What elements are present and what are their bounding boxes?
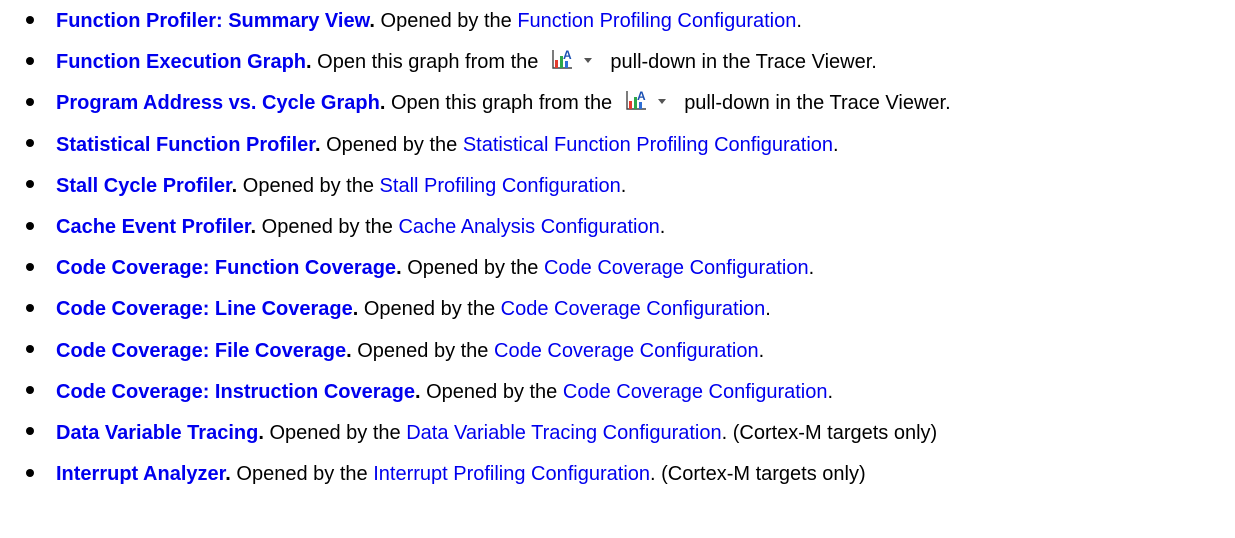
item-title-link[interactable]: Function Execution Graph: [56, 51, 306, 73]
item-description: Opened by the: [357, 339, 494, 362]
graph-pulldown-button[interactable]: A: [546, 47, 600, 73]
bullet: [26, 386, 34, 395]
item-description: Opened by the: [380, 10, 518, 32]
list-item: Code Coverage: Instruction Coverage. Ope…: [0, 372, 1235, 413]
list-item: Program Address vs. Cycle Graph. Open th…: [0, 83, 1235, 124]
item-title-link[interactable]: Statistical Function Profiler: [56, 134, 315, 156]
item-title-link[interactable]: Function Profiler: Summary View: [56, 10, 369, 32]
title-period: .: [346, 339, 352, 362]
config-link[interactable]: Statistical Function Profiling Configura…: [463, 134, 833, 156]
item-title-link[interactable]: Stall Cycle Profiler: [56, 175, 232, 197]
item-suffix: .: [796, 10, 802, 32]
list-item: Code Coverage: File Coverage. Opened by …: [0, 331, 1235, 372]
config-link[interactable]: Code Coverage Configuration: [563, 381, 828, 403]
config-link[interactable]: Code Coverage Configuration: [494, 340, 759, 362]
graph-toolbar-icon: A: [552, 48, 593, 69]
list-item: Function Profiler: Summary View. Opened …: [0, 1, 1235, 42]
list-item: Interrupt Analyzer. Opened by the Interr…: [0, 454, 1235, 495]
title-period: .: [306, 51, 312, 74]
item-suffix: .: [765, 298, 771, 321]
item-description: Opened by the: [261, 215, 399, 238]
bullet: [26, 15, 34, 24]
title-period: .: [379, 92, 386, 115]
item-description: Opened by the: [269, 421, 407, 444]
item-suffix: pull-down in the Trace Viewer.: [610, 51, 877, 74]
config-link[interactable]: Function Profiling Configuration: [517, 10, 796, 32]
profiler-list: Function Profiler: Summary View. Opened …: [0, 1, 1235, 495]
item-suffix: . (Cortex-M targets only): [721, 421, 938, 444]
item-suffix: pull-down in the Trace Viewer.: [684, 92, 951, 115]
config-link[interactable]: Data Variable Tracing Configuration: [406, 422, 721, 444]
config-link[interactable]: Stall Profiling Configuration: [380, 175, 621, 197]
chevron-down-icon: [658, 99, 667, 105]
bullet: [26, 56, 34, 65]
bullet: [26, 303, 34, 312]
item-suffix: .: [827, 380, 834, 403]
graph-pulldown-button[interactable]: A: [620, 88, 674, 114]
list-item: Stall Cycle Profiler. Opened by the Stal…: [0, 166, 1235, 207]
list-item: Function Execution Graph. Open this grap…: [0, 42, 1235, 83]
bullet: [26, 180, 34, 189]
list-item: Code Coverage: Line Coverage. Opened by …: [0, 289, 1235, 330]
bullet: [26, 345, 34, 354]
bullet: [26, 468, 34, 477]
title-period: .: [258, 421, 264, 444]
item-title-link[interactable]: Code Coverage: Function Coverage: [56, 257, 396, 279]
title-period: .: [314, 133, 321, 156]
title-period: .: [369, 10, 375, 32]
bullet: [26, 262, 34, 271]
svg-text:A: A: [637, 89, 646, 103]
svg-text:A: A: [563, 48, 572, 62]
title-period: .: [250, 215, 257, 238]
item-suffix: .: [659, 215, 666, 238]
list-item: Cache Event Profiler. Opened by the Cach…: [0, 207, 1235, 248]
item-description: Opened by the: [242, 174, 380, 197]
item-suffix: .: [758, 339, 765, 362]
config-link[interactable]: Code Coverage Configuration: [544, 257, 809, 279]
item-description: Open this graph from the: [317, 51, 539, 74]
list-item: Data Variable Tracing. Opened by the Dat…: [0, 413, 1235, 454]
item-description: Opened by the: [426, 380, 563, 403]
title-period: .: [231, 174, 238, 197]
item-suffix: .: [620, 174, 627, 197]
item-title-link[interactable]: Code Coverage: Line Coverage: [56, 298, 353, 320]
title-period: .: [396, 257, 402, 280]
bullet: [26, 221, 34, 230]
bullet: [26, 139, 34, 148]
item-description: Opened by the: [326, 133, 463, 156]
item-description: Opened by the: [407, 257, 544, 280]
item-suffix: . (Cortex-M targets only): [650, 463, 866, 486]
bullet: [26, 427, 34, 436]
item-title-link[interactable]: Interrupt Analyzer: [56, 463, 225, 485]
config-link[interactable]: Interrupt Profiling Configuration: [373, 463, 650, 485]
list-item: Code Coverage: Function Coverage. Opened…: [0, 248, 1235, 289]
config-link[interactable]: Cache Analysis Configuration: [398, 216, 659, 238]
bullet: [26, 97, 34, 106]
list-item: Statistical Function Profiler. Opened by…: [0, 125, 1235, 166]
item-suffix: .: [833, 133, 839, 156]
title-period: .: [225, 463, 231, 486]
item-title-link[interactable]: Data Variable Tracing: [56, 422, 258, 444]
item-description: Open this graph from the: [390, 92, 613, 115]
item-description: Opened by the: [236, 463, 374, 486]
item-title-link[interactable]: Program Address vs. Cycle Graph: [56, 92, 380, 114]
item-suffix: .: [808, 257, 815, 280]
config-link[interactable]: Code Coverage Configuration: [501, 298, 766, 320]
item-title-link[interactable]: Code Coverage: Instruction Coverage: [56, 381, 415, 403]
item-description: Opened by the: [363, 298, 501, 321]
chevron-down-icon: [584, 57, 593, 63]
item-title-link[interactable]: Cache Event Profiler: [56, 216, 251, 238]
title-period: .: [414, 380, 421, 403]
item-title-link[interactable]: Code Coverage: File Coverage: [56, 340, 346, 362]
graph-toolbar-icon: A: [626, 89, 667, 110]
title-period: .: [352, 298, 359, 321]
